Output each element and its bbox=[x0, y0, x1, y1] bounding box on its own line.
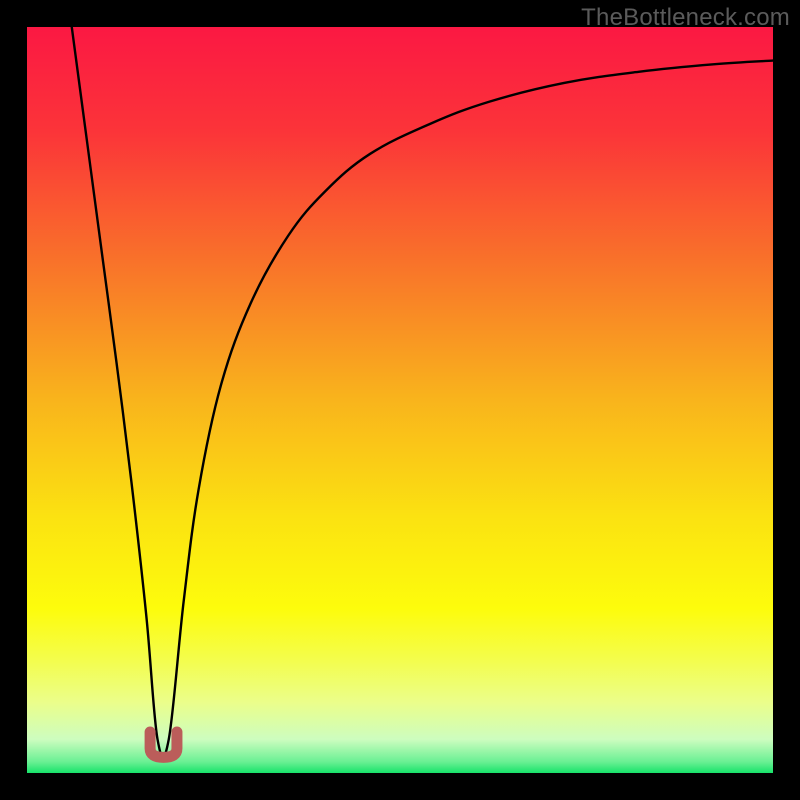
curve-layer bbox=[27, 27, 773, 773]
watermark-text: TheBottleneck.com bbox=[581, 4, 790, 32]
chart-frame: TheBottleneck.com bbox=[0, 0, 800, 800]
bottleneck-curve bbox=[72, 27, 773, 757]
plot-area bbox=[27, 27, 773, 773]
minimum-marker bbox=[150, 732, 177, 757]
